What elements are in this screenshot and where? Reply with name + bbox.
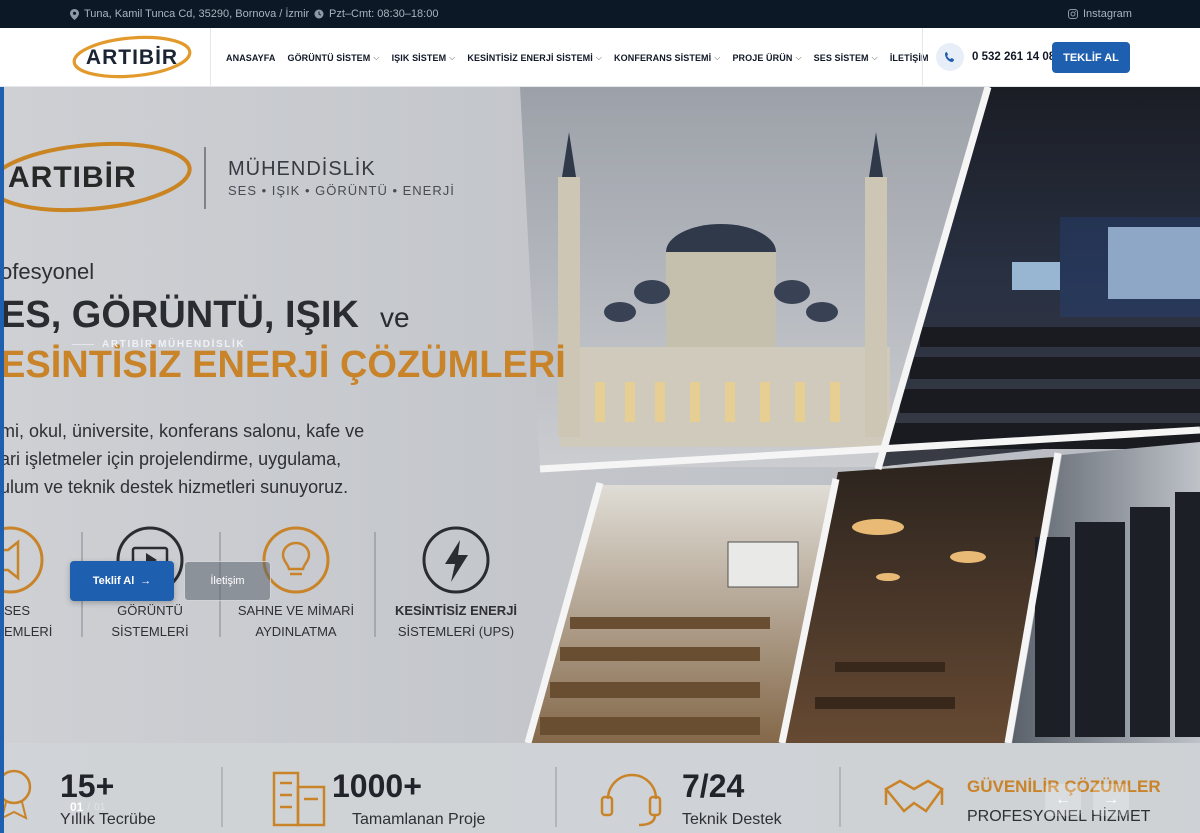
chevron-down-icon: ⌵ <box>373 52 380 62</box>
slide-current: 01 <box>70 800 84 814</box>
slider-prev-button[interactable]: ← <box>1045 784 1081 816</box>
main-navbar: ARTIBİR ANASAYFA GÖRÜNTÜ SİSTEM ⌵ IŞIK Sİ… <box>0 28 1200 87</box>
nav-item-goruntu-sistem[interactable]: GÖRÜNTÜ SİSTEM ⌵ <box>287 53 379 63</box>
slider-next-button[interactable]: → <box>1093 784 1129 816</box>
header-quote-button[interactable]: TEKLİF AL <box>1052 42 1130 73</box>
phone-number: 0 532 261 14 08 <box>972 51 1056 63</box>
nav-item-kesintisiz-enerji[interactable]: KESİNTİSİZ ENERJİ SİSTEMİ ⌵ <box>467 53 602 63</box>
slide-counter: 01 / 01 <box>70 800 105 814</box>
nav-item-proje-urun[interactable]: PROJE ÜRÜN ⌵ <box>732 53 801 63</box>
eyebrow-text: ARTIBİR MÜHENDİSLİK <box>102 339 246 350</box>
location-pin-icon <box>70 8 79 20</box>
hero-contact-button[interactable]: İletişim <box>184 561 271 601</box>
instagram-icon <box>1068 9 1078 19</box>
nav-item-anasayfa[interactable]: ANASAYFA <box>226 53 275 63</box>
slide-total: 01 <box>94 801 106 813</box>
logo-text: ARTIBİR <box>86 46 178 69</box>
arrow-right-icon: → <box>1103 791 1119 808</box>
hero-quote-button[interactable]: Teklif Al → <box>70 561 174 601</box>
nav-item-konferans-sistemi[interactable]: KONFERANS SİSTEMİ ⌵ <box>614 53 720 63</box>
top-bar: Tuna, Kamil Tunca Cd, 35290, Bornova / İ… <box>0 0 1200 28</box>
hero-eyebrow: ARTIBİR MÜHENDİSLİK <box>72 339 245 350</box>
nav-divider <box>922 28 923 87</box>
hero-banner-image: ARTIBİR MÜHENDİSLİK SES • IŞIK • GÖRÜNTÜ… <box>0 87 1200 833</box>
nav-item-isik-sistem[interactable]: IŞIK SİSTEM ⌵ <box>392 53 456 63</box>
nav-menu: ANASAYFA GÖRÜNTÜ SİSTEM ⌵ IŞIK SİSTEM ⌵ KE… <box>226 28 941 87</box>
chevron-down-icon: ⌵ <box>871 52 878 62</box>
chevron-down-icon: ⌵ <box>595 52 603 62</box>
instagram-link[interactable]: Instagram <box>1068 0 1132 28</box>
chevron-down-icon: ⌵ <box>714 52 721 62</box>
nav-divider <box>210 28 211 87</box>
address-text: Tuna, Kamil Tunca Cd, 35290, Bornova / İ… <box>84 8 310 20</box>
address-item: Tuna, Kamil Tunca Cd, 35290, Bornova / İ… <box>70 0 309 28</box>
arrow-left-icon: ← <box>1055 791 1071 808</box>
eyebrow-line <box>72 344 94 345</box>
chevron-down-icon: ⌵ <box>449 52 456 62</box>
nav-item-ses-sistem[interactable]: SES SİSTEM ⌵ <box>814 53 878 63</box>
hours-item: Pzt–Cmt: 08:30–18:00 <box>314 0 438 28</box>
instagram-label: Instagram <box>1083 8 1132 20</box>
hours-text: Pzt–Cmt: 08:30–18:00 <box>329 8 439 20</box>
site-logo[interactable]: ARTIBİR <box>72 34 194 80</box>
slide-separator: / <box>87 801 91 813</box>
phone-icon <box>936 43 964 71</box>
clock-icon <box>314 9 324 19</box>
chevron-down-icon: ⌵ <box>795 52 802 62</box>
hero-slider: ARTIBİR MÜHENDİSLİK SES • IŞIK • GÖRÜNTÜ… <box>0 87 1200 833</box>
phone-contact[interactable]: 0 532 261 14 08 <box>936 43 1055 71</box>
arrow-right-icon: → <box>140 575 152 587</box>
slider-accent-bar <box>0 87 4 833</box>
